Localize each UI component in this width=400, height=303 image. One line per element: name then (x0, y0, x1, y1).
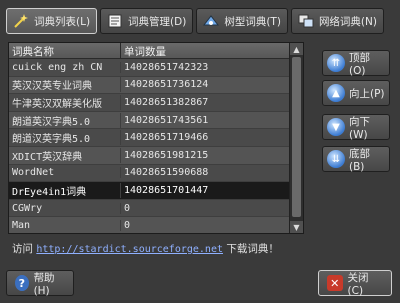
stardict-link[interactable]: http://stardict.sourceforge.net (36, 244, 223, 255)
list-header: 词典名称 单词数量 (9, 43, 303, 59)
column-header-name[interactable]: 词典名称 (9, 43, 121, 58)
tab-label: 词典列表(L) (34, 15, 91, 28)
dictionary-manage-icon (107, 13, 123, 29)
button-label: 底部(B) (349, 147, 370, 173)
word-count: 14028651719466 (124, 132, 209, 144)
dictionary-name: cuick eng zh CN (9, 61, 121, 73)
word-count: 14028651742323 (124, 61, 209, 73)
list-item[interactable]: WordNet 14028651590688 (9, 165, 289, 183)
network-dictionary-icon (298, 13, 314, 29)
word-count: 0 (124, 202, 131, 214)
list-item[interactable]: Man 0 (9, 217, 289, 233)
dictionary-name: 英汉汉英专业词典 (9, 77, 121, 93)
down-icon: ▼ (327, 118, 345, 136)
word-count: 14028651382867 (124, 96, 209, 108)
dictionary-name: 朗道汉英字典5.0 (9, 130, 121, 146)
list-item[interactable]: 牛津英汉双解美化版 14028651382867 (9, 94, 289, 112)
tree-dictionary-icon (203, 13, 220, 29)
word-count: 14028651590688 (124, 167, 209, 179)
move-top-button[interactable]: ⇈ 顶部(O) (322, 50, 390, 77)
word-count: 14028651736124 (124, 79, 209, 91)
word-count: 0 (124, 220, 131, 232)
button-label: 向上(P) (349, 87, 385, 100)
dictionary-name: WordNet (9, 167, 121, 179)
dictionary-name: DrEye4in1词典 (9, 182, 121, 198)
dictionary-list[interactable]: 词典名称 单词数量 cuick eng zh CN 14028651742323 … (8, 42, 304, 234)
close-button[interactable]: ✕ 关闭(C) (318, 270, 392, 297)
list-item[interactable]: XDICT英汉辞典 14028651981215 (9, 146, 289, 165)
word-count: 14028651743561 (124, 114, 209, 126)
list-item[interactable]: cuick eng zh CN 14028651742323 (9, 59, 289, 77)
button-label: 向下(W) (349, 115, 370, 141)
wand-icon (13, 13, 29, 29)
help-button[interactable]: ? 帮助(H) (6, 270, 74, 297)
tab-dictionary-list[interactable]: 词典列表(L) (6, 8, 98, 34)
tab-label: 词典管理(D) (128, 15, 187, 28)
scrollbar-thumb[interactable] (292, 57, 301, 217)
tab-label: 树型词典(T) (224, 15, 281, 28)
dictionary-name: Man (9, 220, 121, 232)
move-up-button[interactable]: ▲ 向上(P) (322, 80, 390, 106)
close-icon: ✕ (327, 275, 343, 291)
button-label: 关闭(C) (347, 271, 369, 297)
move-down-button[interactable]: ▼ 向下(W) (322, 114, 390, 141)
dictionary-name: CGWry (9, 202, 121, 214)
dictionary-name: XDICT英汉辞典 (9, 147, 121, 163)
up-icon: ▲ (327, 84, 345, 102)
tab-tree-dictionary[interactable]: 树型词典(T) (196, 8, 288, 34)
column-header-count[interactable]: 单词数量 (121, 43, 291, 58)
scroll-down-arrow-icon[interactable]: ▼ (290, 221, 303, 233)
top-icon: ⇈ (327, 54, 345, 72)
list-item[interactable]: 朗道英汉字典5.0 14028651743561 (9, 111, 289, 130)
list-rows: cuick eng zh CN 14028651742323 英汉汉英专业词典 14… (9, 59, 289, 233)
scroll-up-arrow-icon[interactable]: ▲ (290, 43, 303, 55)
list-item-selected[interactable]: DrEye4in1词典 14028651701447 (9, 182, 289, 200)
tab-bar: 词典列表(L) 词典管理(D) 树型词典(T) 网络词典(N) (6, 8, 396, 34)
list-item[interactable]: CGWry 0 (9, 200, 289, 218)
word-count: 14028651701447 (124, 184, 209, 196)
word-count: 14028651981215 (124, 149, 209, 161)
visit-message: 访问 http://stardict.sourceforge.net 下载词典！ (12, 241, 279, 256)
tab-label: 网络词典(N) (318, 15, 377, 28)
tab-dictionary-manage[interactable]: 词典管理(D) (100, 8, 194, 34)
list-item[interactable]: 英汉汉英专业词典 14028651736124 (9, 76, 289, 95)
visit-suffix: 下载词典！ (226, 243, 279, 255)
help-icon: ? (15, 275, 29, 291)
visit-prefix: 访问 (12, 243, 33, 255)
list-item[interactable]: 朗道汉英字典5.0 14028651719466 (9, 129, 289, 147)
tab-network-dictionary[interactable]: 网络词典(N) (290, 8, 384, 34)
dictionary-name: 牛津英汉双解美化版 (9, 94, 121, 110)
dictionary-name: 朗道英汉字典5.0 (9, 112, 121, 128)
button-label: 帮助(H) (33, 271, 55, 297)
bottom-icon: ⇊ (327, 150, 345, 168)
vertical-scrollbar[interactable]: ▲ ▼ (289, 43, 303, 233)
button-label: 顶部(O) (349, 51, 370, 77)
move-bottom-button[interactable]: ⇊ 底部(B) (322, 146, 390, 173)
